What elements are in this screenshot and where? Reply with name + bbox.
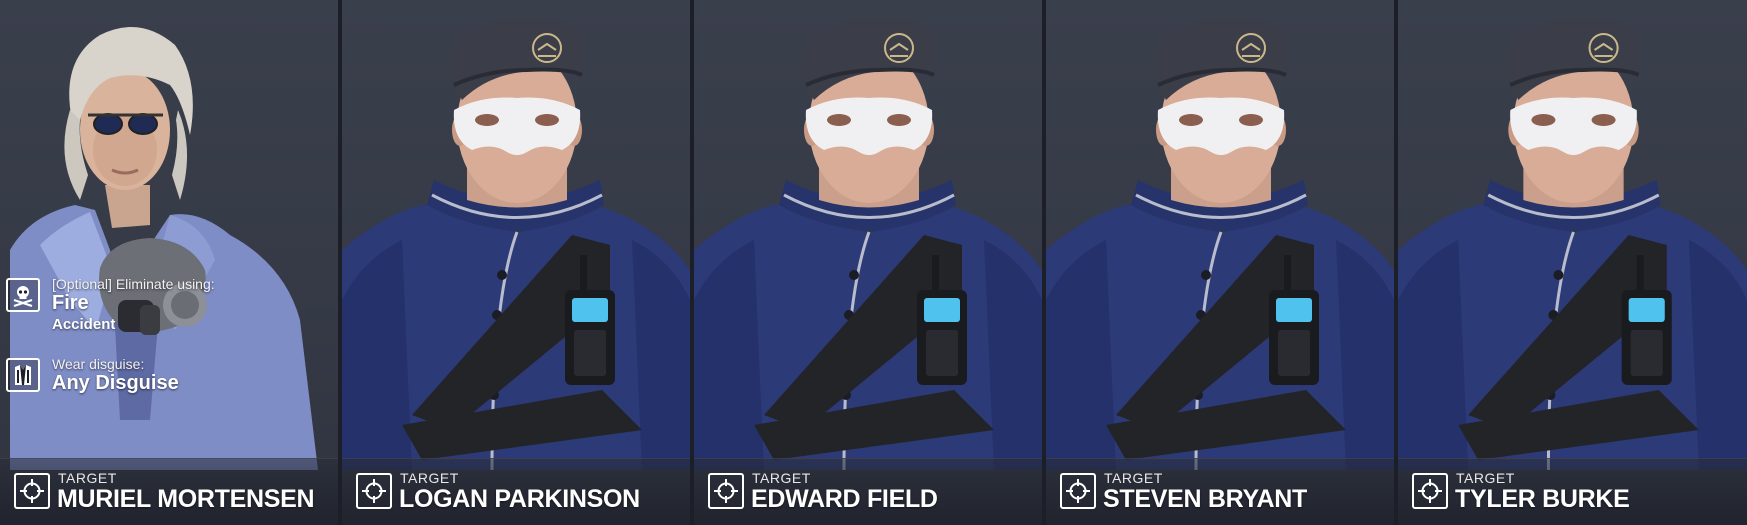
portrait-logan-parkinson: [342, 16, 690, 472]
target-label: TARGET: [1456, 470, 1515, 486]
target-name: LOGAN PARKINSON: [399, 485, 640, 513]
target-footer: TARGET TYLER BURKE: [1398, 458, 1747, 525]
objective-eliminate-label: [Optional] Eliminate using:: [52, 276, 215, 292]
target-name: EDWARD FIELD: [751, 485, 938, 513]
crosshair-icon: [708, 473, 744, 509]
target-card-steven-bryant[interactable]: TARGET STEVEN BRYANT: [1046, 0, 1394, 525]
target-name: MURIEL MORTENSEN: [57, 485, 315, 513]
target-footer: TARGET LOGAN PARKINSON: [342, 458, 690, 525]
target-name: TYLER BURKE: [1455, 485, 1630, 513]
target-card-muriel-mortensen[interactable]: [Optional] Eliminate using: Fire Acciden…: [0, 0, 338, 525]
portrait-tyler-burke: [1398, 0, 1747, 525]
suit-disguise-icon: [6, 358, 40, 392]
portrait-steven-bryant: [1046, 16, 1394, 472]
target-strip: [Optional] Eliminate using: Fire Acciden…: [0, 0, 1747, 525]
target-label: TARGET: [400, 470, 459, 486]
target-label: TARGET: [752, 470, 811, 486]
crosshair-icon: [356, 473, 392, 509]
target-card-logan-parkinson[interactable]: TARGET LOGAN PARKINSON: [342, 0, 690, 525]
target-label: TARGET: [58, 470, 117, 486]
target-footer: TARGET EDWARD FIELD: [694, 458, 1042, 525]
objective-eliminate-type: Accident: [52, 316, 116, 333]
crosshair-icon: [1412, 473, 1448, 509]
portrait-muriel-mortensen: [10, 27, 318, 470]
objective-eliminate-method: Fire: [52, 292, 89, 314]
target-card-tyler-burke[interactable]: TARGET TYLER BURKE: [1398, 0, 1747, 525]
crosshair-icon: [14, 473, 50, 509]
target-footer: TARGET MURIEL MORTENSEN: [0, 458, 338, 525]
objective-disguise-label: Wear disguise:: [52, 356, 145, 372]
target-name: STEVEN BRYANT: [1103, 485, 1308, 513]
objective-disguise-value: Any Disguise: [52, 372, 179, 394]
target-card-edward-field[interactable]: TARGET EDWARD FIELD: [694, 0, 1042, 525]
portrait-edward-field: [694, 16, 1042, 472]
skull-crossbones-icon: [6, 278, 40, 312]
target-footer: TARGET STEVEN BRYANT: [1046, 458, 1394, 525]
target-label: TARGET: [1104, 470, 1163, 486]
crosshair-icon: [1060, 473, 1096, 509]
